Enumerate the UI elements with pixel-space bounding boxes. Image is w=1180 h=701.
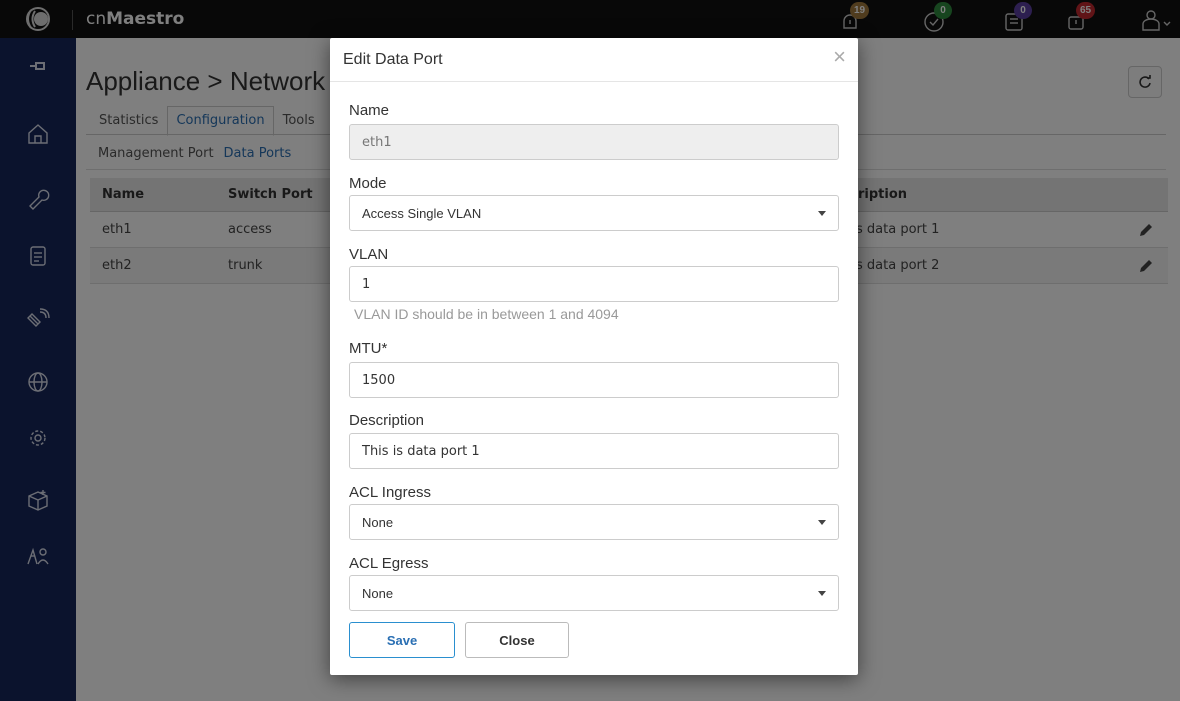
edit-data-port-modal: Edit Data Port × Name eth1 Mode Access S… — [330, 38, 858, 675]
modal-header: Edit Data Port × — [330, 38, 858, 82]
acl-ingress-select[interactable]: None — [349, 504, 839, 540]
modal-title: Edit Data Port — [343, 51, 443, 68]
vlan-input[interactable]: 1 — [349, 266, 839, 302]
chevron-down-icon — [818, 591, 826, 596]
mtu-input[interactable]: 1500 — [349, 362, 839, 398]
chevron-down-icon — [818, 211, 826, 216]
acl-egress-label: ACL Egress — [349, 555, 429, 572]
close-icon[interactable]: × — [833, 46, 846, 68]
mtu-label: MTU* — [349, 340, 388, 357]
close-button[interactable]: Close — [465, 622, 569, 658]
description-label: Description — [349, 412, 425, 429]
mode-label: Mode — [349, 175, 387, 192]
mode-select[interactable]: Access Single VLAN — [349, 195, 839, 231]
name-field: eth1 — [349, 124, 839, 160]
acl-ingress-label: ACL Ingress — [349, 484, 431, 501]
vlan-help-text: VLAN ID should be in between 1 and 4094 — [354, 306, 619, 322]
name-label: Name — [349, 102, 390, 119]
description-input[interactable]: This is data port 1 — [349, 433, 839, 469]
acl-egress-select[interactable]: None — [349, 575, 839, 611]
vlan-label: VLAN — [349, 246, 389, 263]
chevron-down-icon — [818, 520, 826, 525]
save-button[interactable]: Save — [349, 622, 455, 658]
